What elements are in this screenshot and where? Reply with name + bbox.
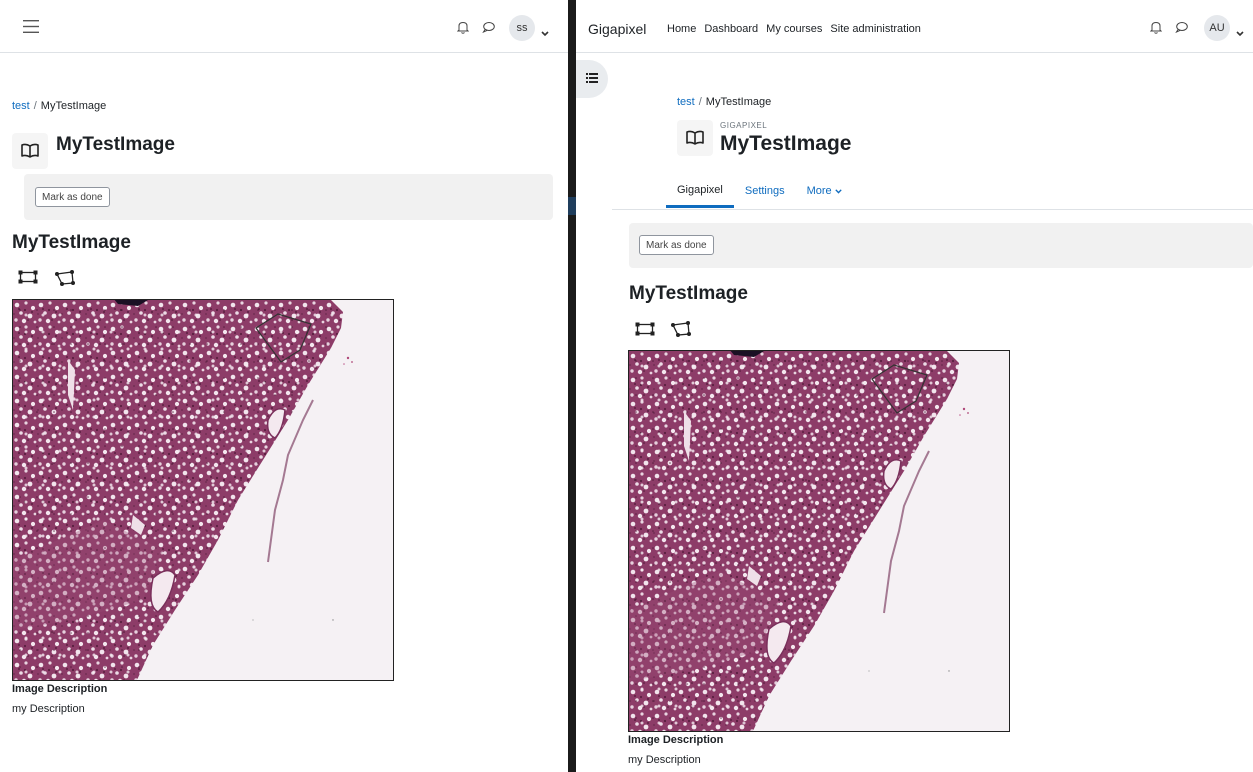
window-divider (568, 0, 576, 772)
page-title: MyTestImage (720, 132, 852, 155)
polygon-tool-icon[interactable] (670, 321, 692, 342)
completion-box: Mark as done (629, 223, 1253, 268)
breadcrumb-course-link[interactable]: test (12, 100, 30, 112)
chevron-down-icon[interactable] (541, 24, 549, 42)
site-brand[interactable]: Gigapixel (588, 21, 646, 37)
breadcrumb: test / MyTestImage (12, 100, 106, 112)
primary-navigation: Home Dashboard My courses Site administr… (667, 23, 921, 35)
breadcrumb-course-link[interactable]: test (677, 96, 695, 108)
gigapixel-image-viewer[interactable] (628, 350, 1010, 732)
breadcrumb-current: MyTestImage (40, 100, 107, 112)
book-icon (12, 133, 48, 169)
user-avatar[interactable]: AU (1204, 15, 1230, 41)
rectangle-tool-icon[interactable] (18, 270, 38, 289)
secondary-navigation-tabs: Gigapixel Settings More (666, 174, 853, 208)
left-navbar: ss (0, 0, 568, 53)
left-browser-pane: ss test / MyTestImage MyTestImage Mark as … (0, 0, 568, 772)
rectangle-tool-icon[interactable] (635, 322, 655, 341)
book-icon (677, 120, 713, 156)
bell-icon[interactable] (456, 20, 470, 34)
tab-settings[interactable]: Settings (734, 174, 796, 208)
mark-as-done-button[interactable]: Mark as done (639, 235, 714, 255)
chat-icon[interactable] (481, 20, 495, 34)
completion-box: Mark as done (24, 174, 553, 220)
tissue-slide-image (13, 300, 393, 680)
tab-settings-label: Settings (744, 185, 785, 197)
right-navbar: Gigapixel Home Dashboard My courses Site… (576, 0, 1253, 53)
window-edge (568, 197, 576, 215)
nav-dashboard[interactable]: Dashboard (704, 23, 758, 35)
user-avatar[interactable]: ss (509, 15, 535, 41)
image-description-label: Image Description (12, 683, 108, 695)
page-title: MyTestImage (56, 134, 175, 155)
tab-more-label: More (806, 185, 832, 197)
nav-home[interactable]: Home (667, 23, 696, 35)
gigapixel-image-viewer[interactable] (12, 299, 394, 681)
image-description-text: my Description (628, 754, 701, 766)
right-browser-pane: Gigapixel Home Dashboard My courses Site… (576, 0, 1253, 772)
module-type-caption: GIGAPIXEL (720, 121, 768, 130)
mark-as-done-button[interactable]: Mark as done (35, 187, 110, 207)
tab-more[interactable]: More (796, 174, 853, 208)
course-index-toggle[interactable] (576, 60, 608, 98)
tabs-divider (612, 209, 1253, 210)
tab-gigapixel[interactable]: Gigapixel (666, 174, 734, 208)
breadcrumb: test / MyTestImage (677, 96, 771, 108)
image-description-label: Image Description (628, 734, 724, 746)
bell-icon[interactable] (1149, 20, 1163, 34)
image-description-text: my Description (12, 703, 85, 715)
hamburger-menu-icon[interactable] (22, 18, 40, 34)
tissue-slide-image (629, 351, 1009, 731)
polygon-tool-icon[interactable] (54, 270, 76, 291)
section-heading: MyTestImage (12, 232, 131, 253)
chevron-down-icon[interactable] (1236, 24, 1244, 42)
drawer-list-icon (586, 70, 598, 88)
section-heading: MyTestImage (629, 283, 748, 304)
breadcrumb-separator: / (33, 100, 37, 112)
breadcrumb-current: MyTestImage (705, 96, 772, 108)
chevron-down-icon (834, 185, 842, 197)
tab-gigapixel-label: Gigapixel (677, 183, 723, 196)
chat-icon[interactable] (1174, 20, 1188, 34)
breadcrumb-separator: / (698, 96, 702, 108)
nav-site-administration[interactable]: Site administration (830, 23, 921, 35)
nav-my-courses[interactable]: My courses (766, 23, 822, 35)
